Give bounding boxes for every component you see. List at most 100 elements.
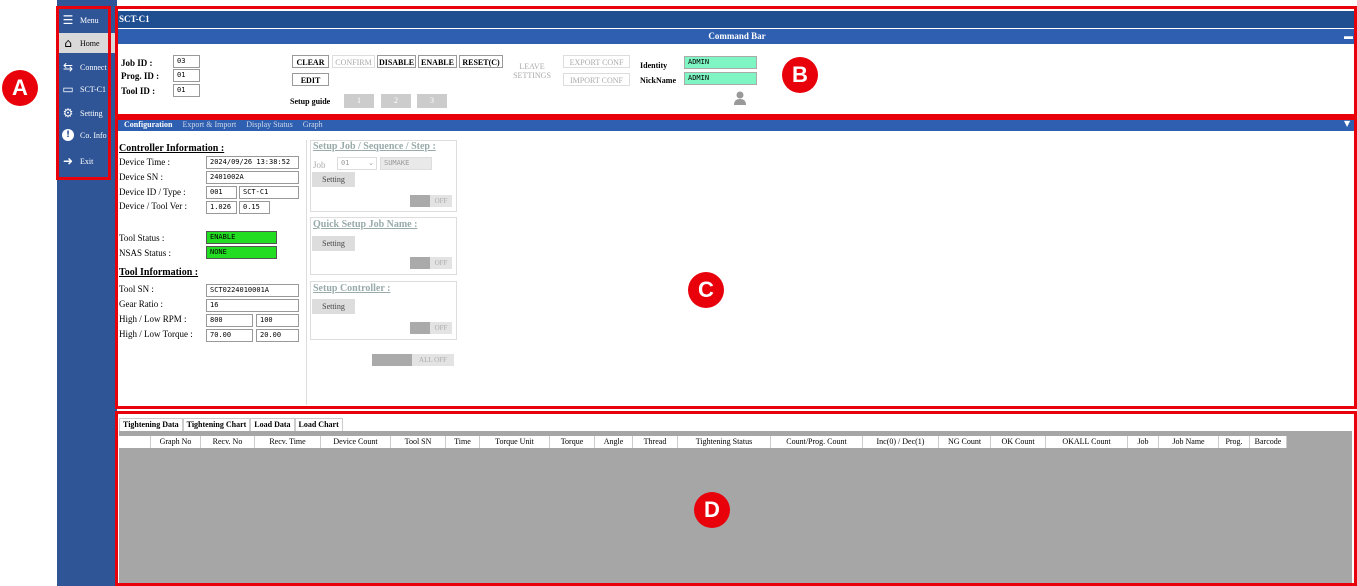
leave-settings-line1: LEAVE [519,62,545,71]
table-header-graph-no[interactable]: Graph No [151,436,201,448]
tool-id-field[interactable]: 01 [173,84,200,97]
leave-settings-button[interactable]: LEAVE SETTINGS [509,62,555,80]
tab-load-data[interactable]: Load Data [250,418,295,431]
home-icon: ⌂ [64,36,72,50]
tool-status-field: ENABLE [206,231,277,244]
version-label: Device / Tool Ver : [119,201,188,211]
import-conf-button[interactable]: IMPORT CONF [563,73,630,86]
monitor-icon: ▭ [62,82,74,96]
clear-button[interactable]: CLEAR [292,55,329,68]
setup-guide-step-2[interactable]: 2 [381,94,411,108]
toggle-state: ALL OFF [412,354,454,366]
table-header-tool-sn[interactable]: Tool SN [391,436,446,448]
toggle-switch [410,195,430,207]
command-bar-title: Command Bar [708,31,766,41]
nickname-field[interactable]: ADMIN [684,72,757,85]
torque-high-field: 70.00 [206,329,253,342]
setup-guide-step-3[interactable]: 3 [417,94,447,108]
sidebar-item-exit[interactable]: ➜ Exit [57,151,117,171]
job-select[interactable]: 01 ⌄ [337,157,377,170]
tool-sn-label: Tool SN : [119,284,154,294]
table-header-inc-dec[interactable]: Inc(0) / Dec(1) [863,436,939,448]
table-header-barcode[interactable]: Barcode [1250,436,1287,448]
menu-icon: ☰ [62,13,74,27]
sidebar-item-device[interactable]: ▭ SCT-C1 [57,79,117,99]
identity-label: Identity [640,61,668,70]
collapse-icon[interactable]: ▬ [1344,29,1353,44]
callout-badge-a: A [2,70,38,106]
command-bar-header: Command Bar ▬ [117,29,1357,44]
setup-job-setting-button[interactable]: Setting [312,172,355,187]
tab-load-chart[interactable]: Load Chart [294,418,343,431]
chevron-down-icon[interactable]: ▼ [1344,119,1350,128]
table-header-time[interactable]: Time [446,436,480,448]
sidebar-item-home[interactable]: ⌂ Home [57,33,117,53]
sidebar-item-label: Home [80,38,100,48]
setup-guide-step-1[interactable]: 1 [344,94,374,108]
tab-display-status[interactable]: Display Status [241,119,297,131]
confirm-button[interactable]: CONFIRM [332,55,375,68]
toggle-state: OFF [430,195,452,207]
device-sn-label: Device SN : [119,172,163,182]
tool-status-label: Tool Status : [119,233,165,243]
table-header-blank [119,436,151,448]
nsas-status-label: NSAS Status : [119,248,172,258]
setup-controller-toggle[interactable]: OFF [410,322,452,334]
table-header-angle[interactable]: Angle [595,436,633,448]
table-header-recv-time[interactable]: Recv. Time [255,436,321,448]
table-header-job-name[interactable]: Job Name [1159,436,1219,448]
table-header-count-prog-count[interactable]: Count/Prog. Count [771,436,863,448]
tool-info-title: Tool Information : [119,267,199,278]
prog-id-field[interactable]: 01 [173,69,200,82]
tool-sn-field: SCT0224010001A [206,284,299,297]
setup-job-toggle[interactable]: OFF [410,195,452,207]
edit-button[interactable]: EDIT [292,73,329,86]
table-header-prog[interactable]: Prog. [1219,436,1250,448]
disable-button[interactable]: DISABLE [377,55,416,68]
table-header-ok-count[interactable]: OK Count [991,436,1046,448]
table-header-recv-no[interactable]: Recv. No [201,436,255,448]
callout-badge-d: D [694,492,730,528]
tab-export-import[interactable]: Export & Import [177,119,241,131]
reset-button[interactable]: RESET(C) [459,55,503,68]
panel-divider [306,140,307,405]
tab-tightening-data[interactable]: Tightening Data [119,418,183,431]
enable-button[interactable]: ENABLE [418,55,457,68]
nsas-status-field: NONE [206,246,277,259]
table-header-tightening-status[interactable]: Tightening Status [678,436,771,448]
table-header-okall-count[interactable]: OKALL Count [1046,436,1128,448]
tab-graph[interactable]: Graph [298,119,328,131]
table-header-torque-unit[interactable]: Torque Unit [480,436,550,448]
job-id-label: Job ID : [121,58,153,68]
tab-configuration[interactable]: Configuration [119,119,177,131]
sidebar-item-connect[interactable]: ⇆ Connect [57,57,117,77]
setup-controller-setting-button[interactable]: Setting [312,299,355,314]
sidebar-item-setting[interactable]: ⚙ Setting [57,103,117,123]
setup-guide-label: Setup guide [290,97,331,106]
rpm-label: High / Low RPM : [119,314,187,324]
leave-settings-line2: SETTINGS [513,71,551,80]
toggle-switch [410,322,430,334]
export-conf-button[interactable]: EXPORT CONF [563,55,630,68]
tab-tightening-chart[interactable]: Tightening Chart [182,418,251,431]
callout-box-c [115,117,1357,409]
sidebar-item-label: Co. Info [80,130,107,140]
sidebar-item-co-info[interactable]: ! Co. Info [57,125,117,145]
table-header-ng-count[interactable]: NG Count [939,436,991,448]
user-icon[interactable] [733,91,747,105]
sidebar-item-menu[interactable]: ☰ Menu [57,10,117,30]
quick-setup-setting-button[interactable]: Setting [312,236,355,251]
table-header-job[interactable]: Job [1128,436,1159,448]
gear-icon: ⚙ [62,106,74,120]
rpm-low-field: 100 [256,314,299,327]
sidebar-item-label: Menu [80,15,99,25]
sidebar-item-label: Exit [80,156,94,166]
job-id-field[interactable]: 03 [173,55,200,68]
table-header-torque[interactable]: Torque [550,436,595,448]
table-header-thread[interactable]: Thread [633,436,678,448]
tightening-data-table[interactable] [119,431,1352,586]
quick-setup-toggle[interactable]: OFF [410,257,452,269]
all-off-toggle[interactable]: ALL OFF [372,354,454,366]
device-id-field: 001 [206,186,237,199]
table-header-device-count[interactable]: Device Count [321,436,391,448]
